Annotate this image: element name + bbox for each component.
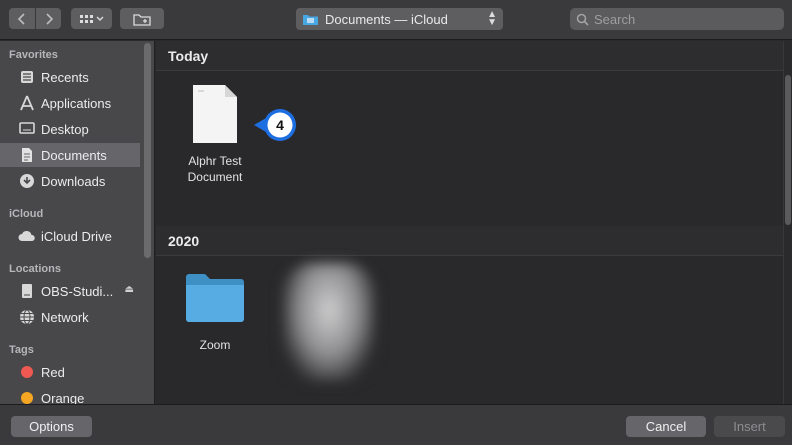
chevron-right-icon	[45, 12, 53, 25]
sidebar-item-obs-studio[interactable]: OBS-Studi... ⏏	[0, 279, 140, 303]
sidebar-item-network[interactable]: Network	[0, 305, 140, 329]
back-button[interactable]	[9, 8, 35, 29]
sidebar-section-favorites: Favorites	[9, 49, 58, 61]
group-header-2020: 2020	[156, 226, 784, 256]
cancel-button[interactable]: Cancel	[626, 416, 706, 437]
location-label: Documents — iCloud	[325, 11, 448, 27]
sidebar-item-label: Documents	[41, 147, 107, 163]
sidebar-item-label: Network	[41, 309, 89, 325]
group-header-today: Today	[156, 41, 784, 71]
cloud-icon	[18, 227, 36, 245]
sidebar-item-icloud-drive[interactable]: iCloud Drive	[0, 224, 140, 248]
step-callout: 4	[254, 109, 296, 141]
main-scrollbar[interactable]	[783, 41, 791, 404]
folder-name: Zoom	[199, 338, 231, 352]
file-alphr-test-document[interactable]: Alphr Test Document	[178, 83, 252, 185]
sidebar-item-desktop[interactable]: Desktop	[0, 117, 140, 141]
sidebar-item-label: Recents	[41, 69, 89, 85]
grid-view-icon	[79, 14, 103, 23]
toolbar: Documents — iCloud ▲ ▼ Search	[0, 0, 792, 40]
download-icon	[18, 172, 36, 190]
file-name-line2: Document	[187, 170, 243, 184]
updown-chevron-icon: ▲ ▼	[487, 9, 497, 28]
blurred-file-thumbnail[interactable]	[283, 263, 375, 381]
tag-orange-icon	[18, 389, 36, 404]
folder-icon	[303, 15, 318, 25]
tag-red-icon	[18, 363, 36, 381]
sidebar-section-tags: Tags	[9, 344, 34, 356]
sidebar-section-locations: Locations	[9, 263, 61, 275]
new-folder-icon	[133, 13, 151, 26]
sidebar-item-tag-orange[interactable]: Orange	[0, 386, 140, 404]
folder-icon	[186, 274, 244, 322]
view-options-button[interactable]	[71, 8, 112, 29]
sidebar-item-tag-red[interactable]: Red	[0, 360, 140, 384]
forward-button[interactable]	[36, 8, 61, 29]
folder-zoom[interactable]: Zoom	[180, 273, 250, 353]
sidebar-item-downloads[interactable]: Downloads	[0, 169, 140, 193]
eject-icon[interactable]: ⏏	[125, 284, 134, 295]
applications-icon	[18, 94, 36, 112]
document-icon	[18, 146, 36, 164]
sidebar-item-applications[interactable]: Applications	[0, 91, 140, 115]
file-browser: Today Alphr Test Document 4 2020 Zoom	[156, 41, 792, 404]
disk-icon	[18, 282, 36, 300]
sidebar-item-recents[interactable]: Recents	[0, 65, 140, 89]
desktop-icon	[18, 120, 36, 138]
search-field[interactable]: Search	[570, 8, 784, 30]
options-button[interactable]: Options	[11, 416, 92, 437]
step-callout-number: 4	[276, 117, 284, 133]
sidebar-item-label: Red	[41, 364, 65, 380]
location-popup[interactable]: Documents — iCloud ▲ ▼	[296, 8, 503, 30]
insert-button[interactable]: Insert	[714, 416, 785, 437]
sidebar-item-label: Desktop	[41, 121, 89, 137]
globe-icon	[18, 308, 36, 326]
bottom-bar: Options Cancel Insert	[0, 404, 792, 445]
file-name-line1: Alphr Test	[188, 154, 242, 168]
new-folder-button[interactable]	[120, 8, 164, 29]
scrollbar-thumb[interactable]	[785, 75, 791, 225]
sidebar-item-label: Applications	[41, 95, 112, 111]
chevron-left-icon	[17, 12, 25, 25]
document-icon	[193, 85, 237, 143]
clock-icon	[18, 68, 36, 86]
sidebar-item-documents[interactable]: Documents	[0, 143, 140, 167]
search-placeholder: Search	[594, 11, 636, 27]
sidebar-item-label: Orange	[41, 390, 85, 405]
sidebar: Favorites Recents Applications Desktop D…	[0, 41, 155, 404]
sidebar-item-label: Downloads	[41, 173, 106, 189]
search-icon	[576, 13, 589, 26]
sidebar-item-label: OBS-Studi...	[41, 283, 114, 299]
sidebar-scrollbar[interactable]	[144, 43, 151, 258]
sidebar-item-label: iCloud Drive	[41, 228, 112, 244]
sidebar-section-icloud: iCloud	[9, 208, 44, 220]
